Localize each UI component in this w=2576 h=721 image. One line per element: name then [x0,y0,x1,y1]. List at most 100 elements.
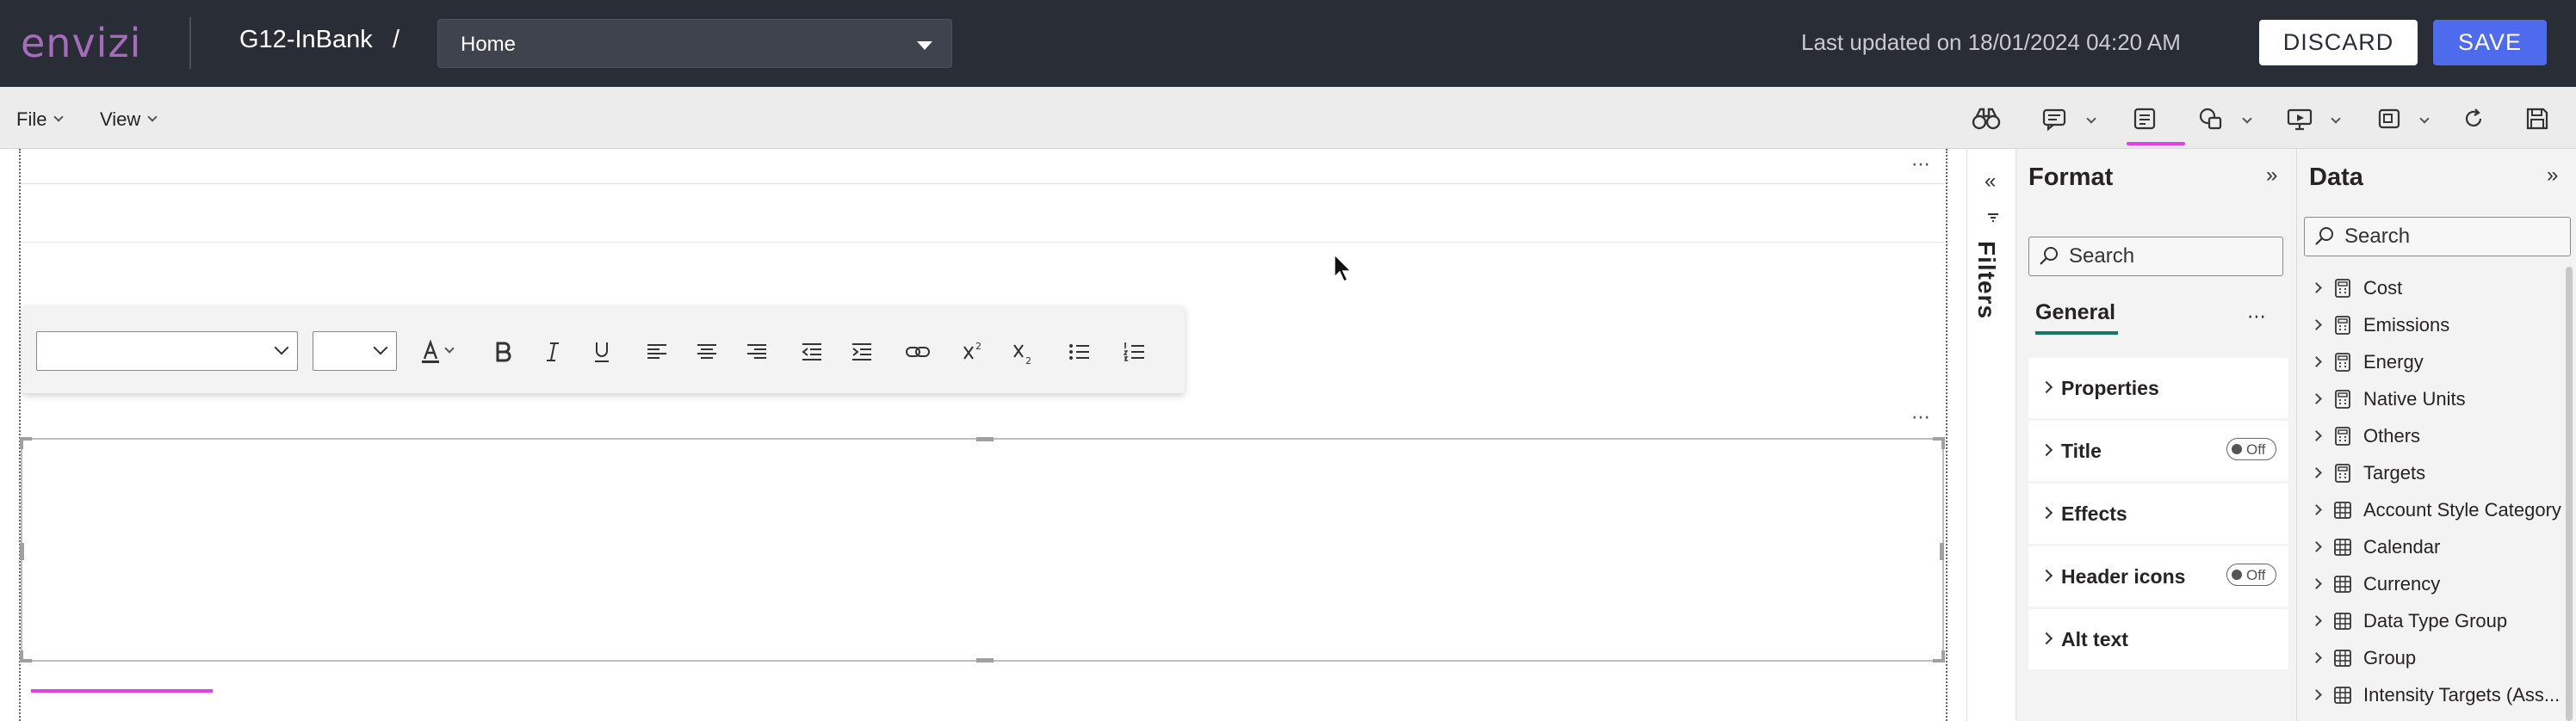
chevron-down-icon [53,112,65,122]
data-field-item[interactable]: Targets [2307,454,2566,491]
format-card-header-icons[interactable]: Header icons Off [2028,546,2288,607]
data-field-item[interactable]: Native Units [2307,380,2566,417]
chevron-right-icon[interactable] [2311,393,2322,404]
shapes-dropdown-chevron-icon[interactable] [2242,114,2252,124]
comment-dropdown-chevron-icon[interactable] [2086,114,2096,124]
more-options-icon[interactable]: ⋯ [1911,155,1931,174]
increase-indent-icon[interactable] [846,336,877,367]
format-card-effects[interactable]: Effects [2028,484,2288,544]
bulleted-list-icon[interactable] [1064,336,1095,367]
chevron-right-icon[interactable] [2311,467,2322,478]
data-field-name: Cost [2363,276,2403,299]
view-menu-label: View [100,108,141,130]
data-search-field[interactable] [2304,217,2571,256]
title-toggle[interactable]: Off [2226,438,2276,460]
italic-icon[interactable] [537,336,568,367]
filters-label[interactable]: Filters [1972,241,2000,319]
chevron-right-icon[interactable] [2311,504,2322,515]
data-field-item[interactable]: Cost [2307,269,2566,306]
resize-handle-bottom[interactable] [976,658,994,662]
numbered-list-icon[interactable] [1119,336,1150,367]
visual-container-icon[interactable] [2375,106,2404,132]
font-color-dropdown-icon[interactable] [444,343,455,354]
resize-handle-bottom-left[interactable] [20,650,32,662]
expand-left-icon[interactable]: « [1985,169,1996,194]
format-card-properties[interactable]: Properties [2028,358,2288,418]
binoculars-icon[interactable] [1972,106,2001,132]
font-color-icon[interactable] [415,336,446,367]
resize-handle-left[interactable] [20,543,24,560]
superscript-icon[interactable]: 2 [958,336,989,367]
link-icon[interactable] [902,336,933,367]
menu-bar: File View [0,87,2576,149]
data-field-item[interactable]: Energy [2307,343,2566,380]
data-field-item[interactable]: Data Type Group [2307,602,2566,639]
discard-button[interactable]: DISCARD [2259,20,2418,65]
more-options-icon[interactable]: ⋯ [2247,305,2266,328]
chevron-right-icon[interactable] [2311,356,2322,367]
data-field-item[interactable]: Account Style Category [2307,491,2566,528]
data-field-item[interactable]: Calendar [2307,528,2566,565]
chevron-right-icon[interactable] [2311,578,2322,589]
data-field-name: Calendar [2363,535,2441,558]
format-card-label: Alt text [2061,628,2128,650]
presentation-icon[interactable] [2285,106,2314,132]
underline-icon[interactable] [586,336,617,367]
data-field-name: Energy [2363,350,2424,373]
table-icon [2334,501,2351,519]
data-field-item[interactable]: Emissions [2307,306,2566,343]
view-menu[interactable]: View [100,108,158,131]
format-search-input[interactable] [2069,243,2241,270]
resize-handle-top-right[interactable] [1933,437,1945,449]
align-right-icon[interactable] [741,336,772,367]
page-select[interactable]: Home [437,19,952,68]
selected-visual[interactable] [20,437,1945,662]
chevron-right-icon[interactable] [2311,652,2322,663]
align-center-icon[interactable] [691,336,722,367]
chevron-right-icon[interactable] [2311,615,2322,626]
save-icon[interactable] [2523,106,2552,132]
tab-general-indicator [2035,331,2118,335]
font-size-select[interactable] [313,331,397,371]
data-pane-scrollbar[interactable] [2566,267,2573,721]
visual-dropdown-chevron-icon[interactable] [2419,114,2430,124]
collapse-format-pane-icon[interactable]: » [2266,163,2277,188]
align-left-icon[interactable] [641,336,672,367]
data-search-input[interactable] [2344,223,2517,250]
chevron-right-icon[interactable] [2311,430,2322,441]
chevron-right-icon[interactable] [2311,541,2322,552]
decrease-indent-icon[interactable] [796,336,827,367]
format-card-title[interactable]: Title Off [2028,421,2288,481]
resize-handle-top[interactable] [976,437,994,441]
save-button[interactable]: SAVE [2433,20,2547,65]
data-field-item[interactable]: Currency [2307,565,2566,602]
data-field-item[interactable]: Group [2307,639,2566,676]
chevron-right-icon[interactable] [2311,282,2322,293]
font-family-select[interactable] [36,331,298,371]
text-box-icon[interactable] [2130,106,2159,132]
data-field-name: Emissions [2363,313,2450,336]
chevron-right-icon[interactable] [2311,689,2322,700]
format-card-label: Header icons [2061,565,2186,588]
shapes-icon[interactable] [2197,106,2226,132]
filters-pane[interactable]: « [1966,149,2016,721]
data-field-item[interactable]: Others [2307,417,2566,454]
comment-icon[interactable] [2040,106,2070,132]
bold-icon[interactable] [487,336,518,367]
header-icons-toggle[interactable]: Off [2226,564,2276,586]
format-card-alt-text[interactable]: Alt text [2028,609,2288,669]
presentation-dropdown-chevron-icon[interactable] [2331,114,2341,124]
mouse-cursor-icon [1334,253,1353,283]
resize-handle-bottom-right[interactable] [1933,650,1945,662]
data-field-item[interactable]: Intensity Targets (Ass... [2307,676,2566,713]
resize-handle-top-left[interactable] [20,437,32,449]
refresh-icon[interactable] [2459,106,2488,132]
resize-handle-right[interactable] [1940,543,1944,560]
tab-general[interactable]: General [2035,300,2115,325]
chevron-right-icon[interactable] [2311,319,2322,330]
subscript-icon[interactable]: 2 [1008,336,1039,367]
format-search-field[interactable] [2028,237,2283,276]
more-options-icon[interactable]: ⋯ [1911,408,1931,427]
collapse-data-pane-icon[interactable]: » [2547,163,2558,188]
file-menu[interactable]: File [16,108,65,131]
